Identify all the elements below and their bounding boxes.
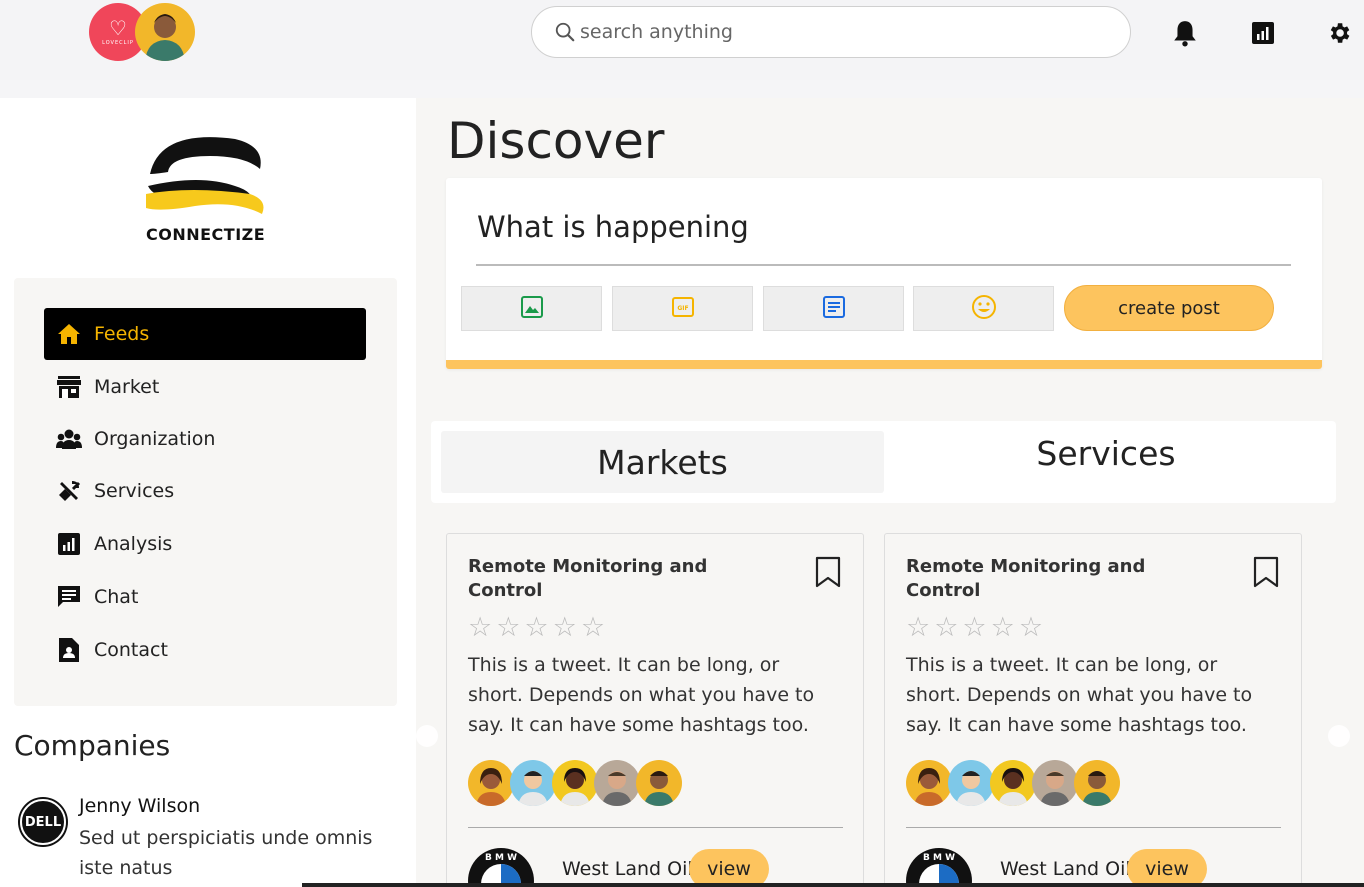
logo-swoosh xyxy=(146,137,264,214)
member-avatar xyxy=(948,760,994,806)
connectize-logo[interactable]: CONNECTIZE xyxy=(140,134,275,244)
card-divider xyxy=(468,827,843,828)
card-divider xyxy=(906,827,1281,828)
add-document-button[interactable] xyxy=(763,286,904,331)
service-card[interactable]: Remote Monitoring and Control ☆☆☆☆☆ This… xyxy=(446,533,864,887)
member-avatars xyxy=(906,760,1120,806)
company-logo-text: DELL xyxy=(20,799,66,845)
main-content: Discover What is happening GIF create po… xyxy=(416,98,1364,887)
sidebar-item-label: Contact xyxy=(94,639,168,661)
emoji-icon xyxy=(971,294,997,324)
member-avatar xyxy=(594,760,640,806)
company-logo: DELL xyxy=(18,797,68,847)
gear-icon[interactable] xyxy=(1324,18,1354,48)
member-avatars xyxy=(468,760,682,806)
chat-icon xyxy=(56,584,82,610)
member-avatar xyxy=(1074,760,1120,806)
svg-text:B M W: B M W xyxy=(485,853,517,863)
logo-wordmark: CONNECTIZE xyxy=(146,225,266,244)
card-title: Remote Monitoring and Control xyxy=(906,556,1146,601)
bookmark-icon[interactable] xyxy=(1253,556,1279,588)
gif-icon: GIF xyxy=(671,296,694,322)
sidebar-nav: Feeds Market Organization Services Analy… xyxy=(14,278,397,706)
card-title: Remote Monitoring and Control xyxy=(468,556,708,601)
heart-icon: ♡ xyxy=(109,16,127,40)
add-gif-button[interactable]: GIF xyxy=(612,286,753,331)
top-bar: ♡ LOVECLIP xyxy=(0,0,1364,80)
brand-name: West Land Oil xyxy=(562,858,693,880)
member-avatar xyxy=(468,760,514,806)
sidebar-item-feeds[interactable]: Feeds xyxy=(44,308,366,360)
sidebar-item-analysis[interactable]: Analysis xyxy=(44,518,366,570)
bmw-logo: B M W xyxy=(906,848,972,887)
companies-title: Companies xyxy=(14,729,171,762)
document-icon xyxy=(822,295,845,322)
star-rating[interactable]: ☆☆☆☆☆ xyxy=(906,612,1047,643)
create-post-button[interactable]: create post xyxy=(1064,285,1274,331)
sidebar-item-label: Market xyxy=(94,376,160,398)
sidebar-item-services[interactable]: Services xyxy=(44,465,366,517)
user-avatar-image xyxy=(145,14,185,61)
sidebar-item-label: Chat xyxy=(94,586,139,608)
member-avatar xyxy=(636,760,682,806)
sidebar-item-label: Organization xyxy=(94,428,216,450)
sidebar-item-label: Feeds xyxy=(94,323,150,345)
group-icon xyxy=(56,426,82,452)
add-image-button[interactable] xyxy=(461,286,602,331)
page-title: Discover xyxy=(447,112,665,170)
tools-icon xyxy=(56,478,82,504)
svg-text:GIF: GIF xyxy=(677,305,688,312)
carousel-next-button[interactable] xyxy=(1328,725,1350,747)
member-avatar xyxy=(552,760,598,806)
carousel-prev-button[interactable] xyxy=(416,725,438,747)
contact-icon xyxy=(56,637,82,663)
bell-icon[interactable] xyxy=(1170,18,1200,48)
image-icon xyxy=(520,295,543,322)
star-rating[interactable]: ☆☆☆☆☆ xyxy=(468,612,609,643)
svg-text:B M W: B M W xyxy=(923,853,955,863)
tab-services[interactable]: Services xyxy=(886,421,1326,485)
analytics-icon xyxy=(56,531,82,557)
company-description: Sed ut perspiciatis unde omnis iste natu… xyxy=(79,827,373,879)
member-avatar xyxy=(1032,760,1078,806)
card-body: This is a tweet. It can be long, or shor… xyxy=(906,654,1253,736)
view-button[interactable]: view xyxy=(1127,849,1207,887)
sidebar-item-label: Analysis xyxy=(94,533,173,555)
bookmark-icon[interactable] xyxy=(815,556,841,588)
brand-avatar-label: LOVECLIP xyxy=(102,40,134,46)
store-icon xyxy=(56,374,82,400)
sidebar-item-contact[interactable]: Contact xyxy=(44,624,366,676)
search-bar[interactable] xyxy=(531,6,1131,58)
member-avatar xyxy=(906,760,952,806)
brand-name: West Land Oil xyxy=(1000,858,1131,880)
home-icon xyxy=(56,321,82,347)
bottom-edge xyxy=(302,883,1364,887)
search-input[interactable] xyxy=(580,21,1080,43)
member-avatar xyxy=(510,760,556,806)
service-card[interactable]: Remote Monitoring and Control ☆☆☆☆☆ This… xyxy=(884,533,1302,887)
search-icon xyxy=(555,22,575,42)
user-avatar[interactable] xyxy=(135,3,195,61)
card-body: This is a tweet. It can be long, or shor… xyxy=(468,654,815,736)
company-name: Jenny Wilson xyxy=(79,795,201,817)
member-avatar xyxy=(990,760,1036,806)
post-composer: What is happening GIF create post xyxy=(446,178,1322,369)
add-emoji-button[interactable] xyxy=(913,286,1054,331)
composer-underline xyxy=(476,264,1291,266)
sidebar: CONNECTIZE Feeds Market Organization Ser… xyxy=(0,98,416,887)
sidebar-item-market[interactable]: Market xyxy=(44,361,366,413)
sidebar-item-chat[interactable]: Chat xyxy=(44,571,366,623)
sidebar-item-organization[interactable]: Organization xyxy=(44,413,366,465)
sidebar-item-label: Services xyxy=(94,480,175,502)
bmw-logo: B M W xyxy=(468,848,534,887)
view-button[interactable]: view xyxy=(689,849,769,887)
composer-prompt[interactable]: What is happening xyxy=(477,210,749,244)
tab-markets[interactable]: Markets xyxy=(441,431,884,493)
tab-bar: Markets Services xyxy=(431,421,1336,503)
analytics-icon[interactable] xyxy=(1248,18,1278,48)
